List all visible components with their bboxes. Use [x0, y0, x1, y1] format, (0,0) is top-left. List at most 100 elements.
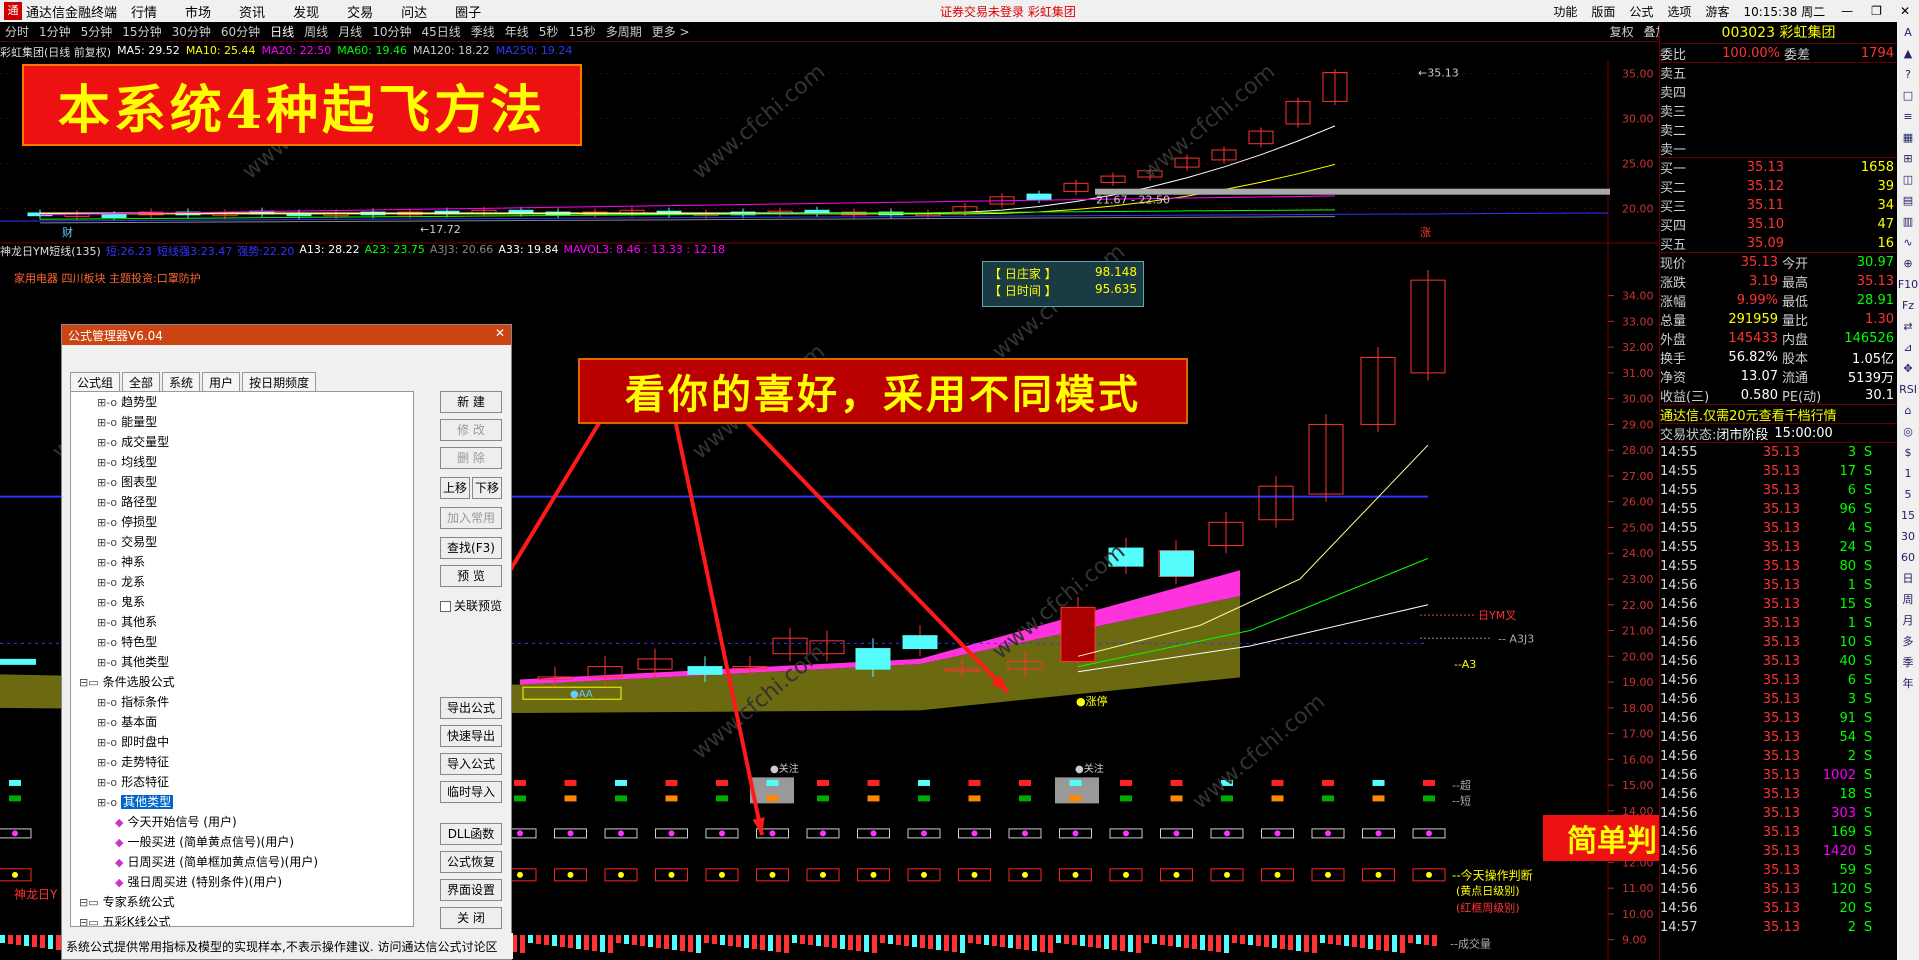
titlebar-item[interactable]: 功能	[1553, 3, 1577, 20]
side-tool-icon[interactable]: 60	[1897, 547, 1919, 568]
dialog-button[interactable]: 临时导入	[440, 781, 502, 803]
dialog-button[interactable]: 界面设置	[440, 879, 502, 901]
dialog-button[interactable]: 快速导出	[440, 725, 502, 747]
side-tool-icon[interactable]: ≡	[1897, 106, 1919, 127]
tree-item[interactable]: ⊞-o 指标条件	[71, 692, 413, 712]
side-tool-icon[interactable]: 1	[1897, 463, 1919, 484]
tree-item[interactable]: ◆ 日周买进 (简单框加黄点信号)(用户)	[71, 852, 413, 872]
checkbox-icon[interactable]	[440, 601, 451, 612]
period-tab[interactable]: 月线	[338, 23, 362, 40]
period-tab[interactable]: 周线	[304, 23, 328, 40]
tree-item[interactable]: ⊞-o 神系	[71, 552, 413, 572]
period-tab[interactable]: 日线	[270, 23, 294, 40]
menu-item[interactable]: 圈子	[455, 6, 481, 21]
period-tab[interactable]: 30分钟	[172, 23, 211, 40]
side-tool-icon[interactable]: ?	[1897, 64, 1919, 85]
period-tab[interactable]: 5秒	[539, 23, 559, 40]
tree-item[interactable]: ⊞-o 鬼系	[71, 592, 413, 612]
side-tool-icon[interactable]: ▦	[1897, 127, 1919, 148]
menu-item[interactable]: 发现	[293, 6, 319, 21]
side-tool-icon[interactable]: ⊕	[1897, 253, 1919, 274]
tree-item[interactable]: ⊟▭ 条件选股公式	[71, 672, 413, 692]
tree-item[interactable]: ⊞-o 其他类型	[71, 792, 413, 812]
tree-item[interactable]: ⊞-o 形态特征	[71, 772, 413, 792]
tree-item[interactable]: ⊞-o 其他系	[71, 612, 413, 632]
period-tab[interactable]: 季线	[471, 23, 495, 40]
dialog-button[interactable]: 关 闭	[440, 907, 502, 929]
dialog-button[interactable]: 修 改	[440, 419, 502, 441]
tree-item[interactable]: ⊞-o 趋势型	[71, 392, 413, 412]
dialog-button[interactable]: 导出公式	[440, 697, 502, 719]
side-tool-icon[interactable]: 30	[1897, 526, 1919, 547]
menu-item[interactable]: 市场	[185, 6, 211, 21]
period-tab[interactable]: 多周期	[606, 23, 642, 40]
side-tool-icon[interactable]: 月	[1897, 610, 1919, 631]
dialog-tab[interactable]: 用户	[202, 372, 241, 392]
side-tool-icon[interactable]: 周	[1897, 589, 1919, 610]
side-tool-icon[interactable]: 5	[1897, 484, 1919, 505]
dialog-button[interactable]: 导入公式	[440, 753, 502, 775]
dialog-button[interactable]: DLL函数	[440, 823, 502, 845]
side-tool-icon[interactable]: ◫	[1897, 169, 1919, 190]
side-tool-icon[interactable]: F10	[1897, 274, 1919, 295]
menu-item[interactable]: 问达	[401, 6, 427, 21]
side-tool-icon[interactable]: ⇄	[1897, 316, 1919, 337]
dialog-tab[interactable]: 公式组	[70, 372, 121, 392]
side-tool-icon[interactable]: ✥	[1897, 358, 1919, 379]
period-tab[interactable]: 更多 >	[652, 23, 690, 40]
tree-item[interactable]: ⊞-o 停损型	[71, 512, 413, 532]
tree-item[interactable]: ⊟▭ 专家系统公式	[71, 892, 413, 912]
side-tool-icon[interactable]: ◎	[1897, 421, 1919, 442]
period-tab[interactable]: 分时	[5, 23, 29, 40]
dialog-button[interactable]: 公式恢复	[440, 851, 502, 873]
side-tool-icon[interactable]: 多	[1897, 631, 1919, 652]
dialog-button[interactable]: 下移	[472, 477, 502, 499]
side-tool-icon[interactable]: 年	[1897, 673, 1919, 694]
tree-item[interactable]: ◆ 一般买进 (简单黄点信号)(用户)	[71, 832, 413, 852]
side-tool-icon[interactable]: ▲	[1897, 43, 1919, 64]
side-tool-icon[interactable]: ⊿	[1897, 337, 1919, 358]
side-tool-icon[interactable]: A	[1897, 22, 1919, 43]
period-tab[interactable]: 1分钟	[39, 23, 71, 40]
tree-item[interactable]: ◆ 强日周买进 (特别条件)(用户)	[71, 872, 413, 892]
tree-item[interactable]: ⊞-o 能量型	[71, 412, 413, 432]
tree-item[interactable]: ⊞-o 龙系	[71, 572, 413, 592]
tree-item[interactable]: ⊞-o 均线型	[71, 452, 413, 472]
stock-code-name[interactable]: 003023 彩虹集团	[1660, 22, 1897, 44]
dialog-close-icon[interactable]: ✕	[495, 326, 505, 340]
period-tab[interactable]: 年线	[505, 23, 529, 40]
side-tool-icon[interactable]: ▤	[1897, 190, 1919, 211]
dialog-tab[interactable]: 按日期频度	[242, 372, 317, 392]
tree-item[interactable]: ⊟▭ 五彩K线公式	[71, 912, 413, 926]
titlebar-item[interactable]: 选项	[1667, 3, 1691, 20]
dialog-button[interactable]: 删 除	[440, 447, 502, 469]
side-tool-icon[interactable]: ⊞	[1897, 148, 1919, 169]
side-tool-icon[interactable]: 日	[1897, 568, 1919, 589]
menu-item[interactable]: 交易	[347, 6, 373, 21]
menu-item[interactable]: 行情	[131, 6, 157, 21]
login-notice[interactable]: 证券交易未登录 彩虹集团	[940, 3, 1076, 20]
menu-item[interactable]: 资讯	[239, 6, 265, 21]
dialog-tab[interactable]: 系统	[162, 372, 201, 392]
dialog-button[interactable]: 新 建	[440, 391, 502, 413]
period-tab[interactable]: 45日线	[421, 23, 460, 40]
period-tab[interactable]: 15秒	[568, 23, 595, 40]
minimize-icon[interactable]: —	[1841, 4, 1853, 18]
dialog-button[interactable]: 查找(F3)	[440, 537, 502, 559]
restore-icon[interactable]: ❐	[1871, 4, 1882, 18]
tree-item[interactable]: ⊞-o 其他类型	[71, 652, 413, 672]
side-tool-icon[interactable]: 15	[1897, 505, 1919, 526]
period-tab[interactable]: 15分钟	[122, 23, 161, 40]
dialog-tab[interactable]: 全部	[122, 372, 161, 392]
tree-item[interactable]: ⊞-o 路径型	[71, 492, 413, 512]
tree-item[interactable]: ⊞-o 走势特征	[71, 752, 413, 772]
dialog-button[interactable]: 预 览	[440, 565, 502, 587]
titlebar-item[interactable]: 10:15:38 周二	[1743, 3, 1825, 20]
side-tool-icon[interactable]: Fz	[1897, 295, 1919, 316]
toolbar-button[interactable]: 复权	[1610, 23, 1634, 40]
tree-item[interactable]: ⊞-o 成交量型	[71, 432, 413, 452]
titlebar-item[interactable]: 游客	[1705, 3, 1729, 20]
side-tool-icon[interactable]: ⌂	[1897, 400, 1919, 421]
period-tab[interactable]: 10分钟	[372, 23, 411, 40]
preview-checkbox[interactable]: 关联预览	[440, 597, 502, 614]
